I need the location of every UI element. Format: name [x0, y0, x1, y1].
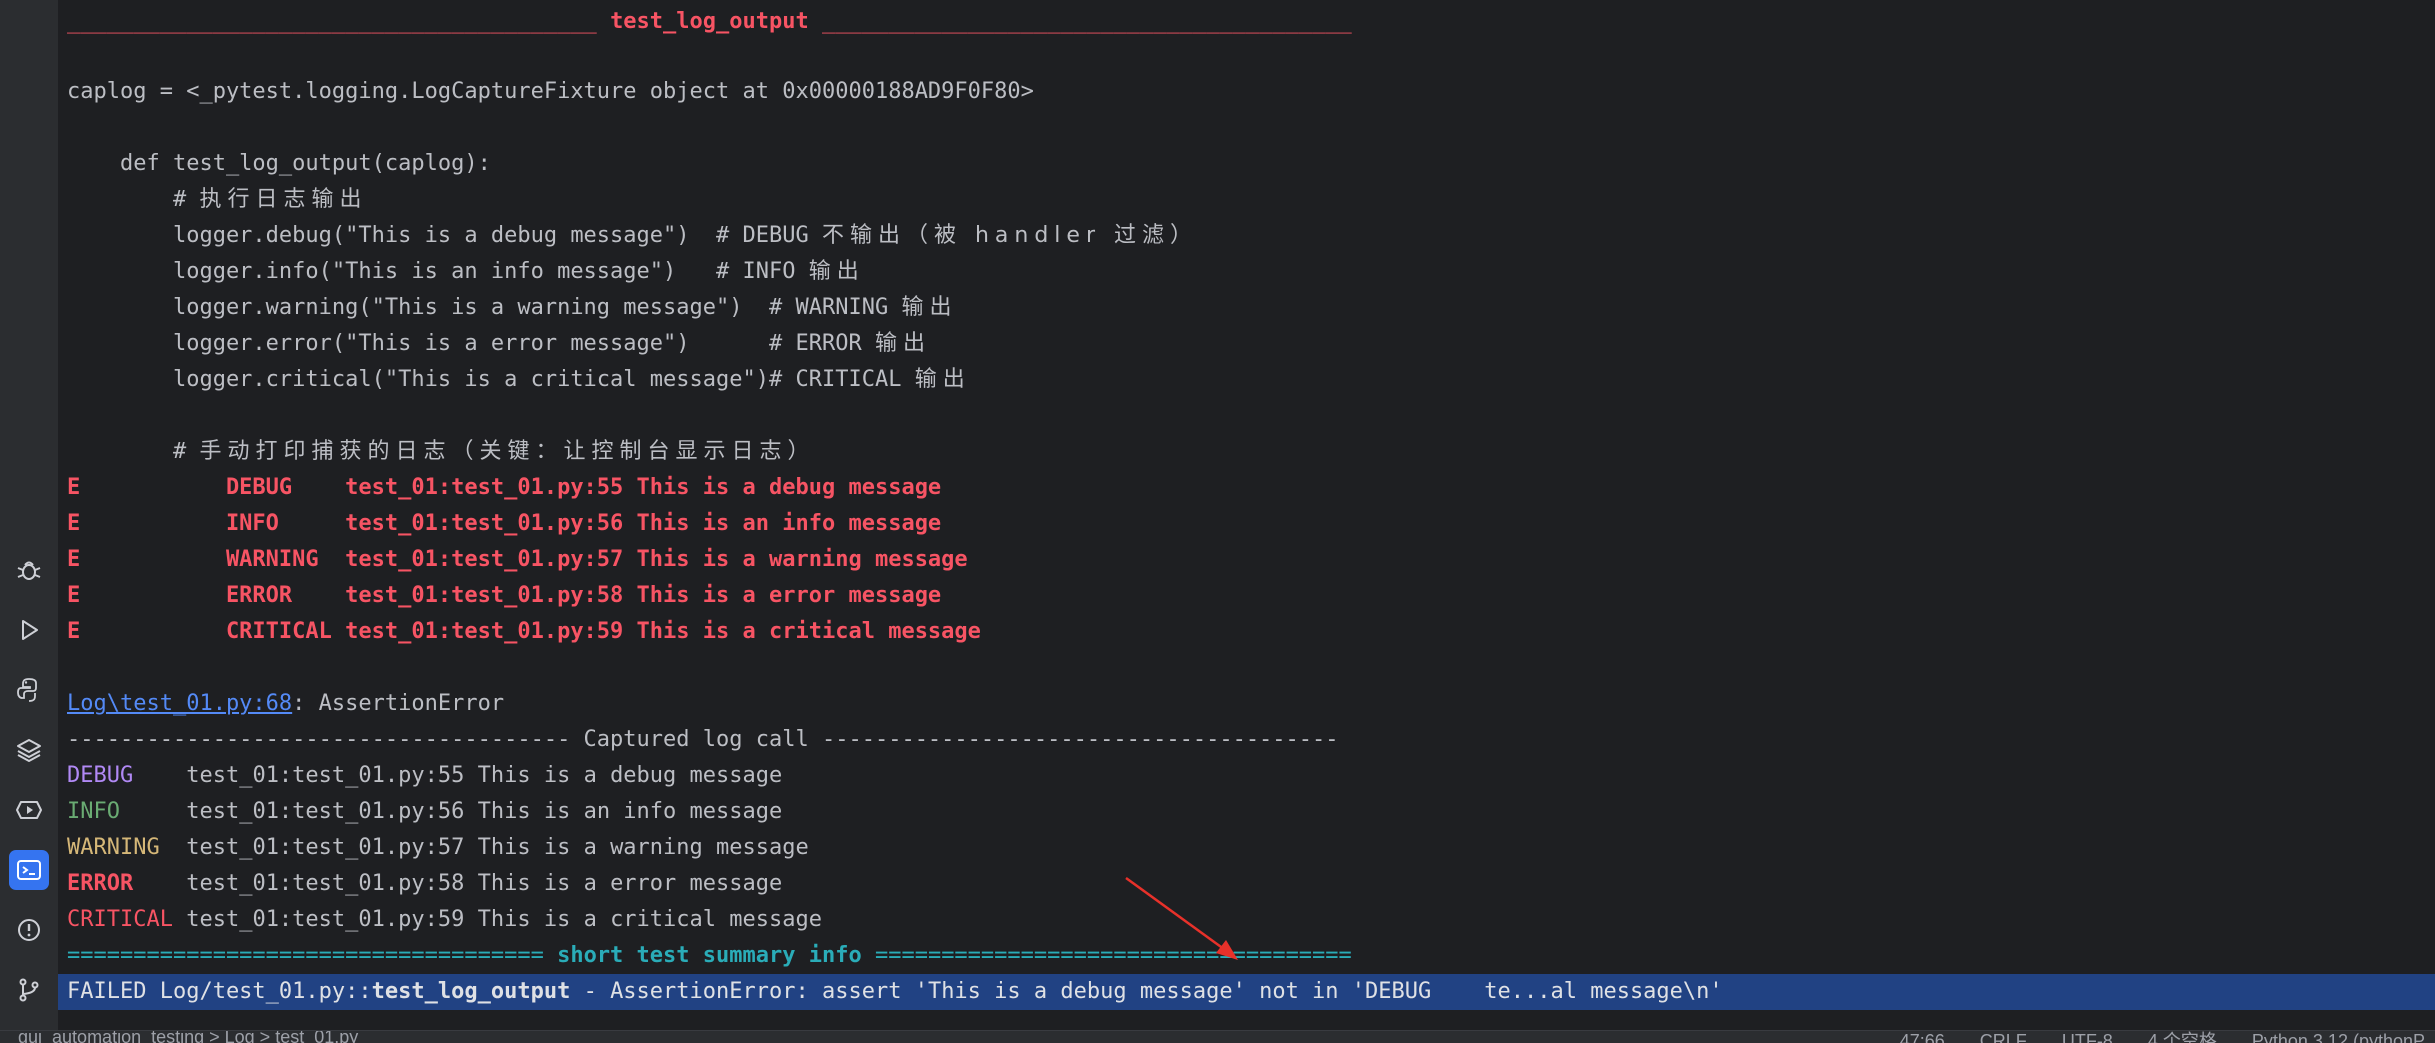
python-console-button[interactable] [9, 670, 49, 710]
def-line: def test_log_output(caplog): [67, 151, 491, 176]
summary-header: ==================================== sho… [67, 938, 2435, 974]
header-test-name: test_log_output [610, 9, 809, 34]
code-comment: 输出 [874, 331, 931, 356]
terminal-icon [17, 860, 41, 880]
comment-line: # 手动打印捕获的日志（关键：让控制台显示日志） [67, 434, 2435, 470]
summary-rule-left: ==================================== [67, 943, 558, 968]
log-level: WARNING [67, 835, 160, 860]
comment-line: # 执行日志输出 [67, 182, 2435, 218]
log-level: CRITICAL [67, 907, 173, 932]
log-message: test_01:test_01.py:55 This is a debug me… [186, 763, 783, 788]
log-message: test_01:test_01.py:58 This is a error me… [186, 871, 783, 896]
caplog-line: caplog = <_pytest.logging.LogCaptureFixt… [67, 79, 1034, 104]
code-text: logger.critical("This is a critical mess… [67, 367, 915, 392]
status-widgets: 47:66 CRLF UTF-8 4 个空格 Python 3.12 (pyth… [1870, 1031, 2425, 1043]
comment-prefix: # [67, 187, 200, 212]
layers-icon [17, 739, 41, 762]
test-header: ________________________________________… [67, 4, 2435, 40]
code-text: logger.debug("This is a debug message") … [67, 223, 822, 248]
error-line: E INFO test_01:test_01.py:56 This is an … [67, 511, 942, 536]
comment-prefix: # [67, 439, 200, 464]
code-text: logger.error("This is a error message") … [67, 331, 875, 356]
breadcrumb[interactable]: gui_automation_testing > Log > test_01.p… [18, 1031, 358, 1043]
error-line: E CRITICAL test_01:test_01.py:59 This is… [67, 619, 981, 644]
run-icon [22, 620, 38, 640]
captured-log-line: INFO test_01:test_01.py:56 This is an in… [67, 794, 2435, 830]
log-pad [160, 835, 187, 860]
summary-title: short test summary info [557, 943, 862, 968]
log-level: INFO [67, 799, 120, 824]
bug-icon [17, 561, 41, 580]
log-pad [133, 763, 186, 788]
services-icon [16, 801, 42, 819]
debug-tool-button[interactable] [9, 550, 49, 590]
code-comment: 不输出（被 handler 过滤） [821, 223, 1198, 248]
error-line: E DEBUG test_01:test_01.py:55 This is a … [67, 475, 942, 500]
line-ending[interactable]: CRLF [1980, 1031, 2027, 1043]
log-message: test_01:test_01.py:56 This is an info me… [186, 799, 783, 824]
error-line: E WARNING test_01:test_01.py:57 This is … [67, 547, 968, 572]
failed-line[interactable]: FAILED Log/test_01.py::test_log_output -… [67, 974, 2435, 1010]
code-comment: 输出 [808, 259, 865, 284]
captured-log-line: DEBUG test_01:test_01.py:55 This is a de… [67, 758, 2435, 794]
comment-text: 手动打印捕获的日志（关键：让控制台显示日志） [199, 439, 816, 464]
terminal-tool-button[interactable] [9, 850, 49, 890]
code-line: logger.info("This is an info message") #… [67, 254, 2435, 290]
git-icon [19, 978, 39, 1002]
code-comment: 输出 [914, 367, 971, 392]
file-encoding[interactable]: UTF-8 [2062, 1031, 2113, 1043]
log-pad [133, 871, 186, 896]
tool-window-strip [0, 0, 59, 1030]
caret-position[interactable]: 47:66 [1900, 1031, 1945, 1043]
traceback-error: : AssertionError [292, 691, 505, 716]
code-line: logger.critical("This is a critical mess… [67, 362, 2435, 398]
failed-test-name: test_log_output [371, 979, 571, 1004]
code-text: logger.warning("This is a warning messag… [67, 295, 902, 320]
log-message: test_01:test_01.py:57 This is a warning … [186, 835, 809, 860]
git-tool-button[interactable] [9, 970, 49, 1010]
summary-rule-right: ==================================== [861, 943, 1352, 968]
code-text: logger.info("This is an info message") #… [67, 259, 809, 284]
traceback-line: Log\test_01.py:68: AssertionError [67, 686, 2435, 722]
log-level: DEBUG [67, 763, 134, 788]
log-pad [120, 799, 186, 824]
captured-log-line: ERROR test_01:test_01.py:58 This is a er… [67, 866, 2435, 902]
code-comment: 输出 [901, 295, 958, 320]
captured-log-header: -------------------------------------- C… [67, 727, 1339, 752]
problems-icon [18, 919, 40, 941]
interpreter[interactable]: Python 3.12 (pythonP [2252, 1031, 2425, 1043]
code-line: logger.warning("This is a warning messag… [67, 290, 2435, 326]
status-bar: gui_automation_testing > Log > test_01.p… [0, 1030, 2435, 1043]
failed-message: - AssertionError: assert 'This is a debu… [570, 979, 1723, 1004]
header-dashes-left: ________________________________________ [67, 9, 597, 34]
log-level: ERROR [67, 871, 134, 896]
indent-setting[interactable]: 4 个空格 [2148, 1031, 2217, 1043]
source-link[interactable]: Log\test_01.py:68 [67, 691, 292, 716]
captured-log-line: CRITICAL test_01:test_01.py:59 This is a… [67, 902, 2435, 938]
header-dashes-right: ________________________________________ [822, 9, 1352, 34]
captured-log-line: WARNING test_01:test_01.py:57 This is a … [67, 830, 2435, 866]
comment-text: 执行日志输出 [199, 187, 368, 212]
failed-prefix: FAILED Log/test_01.py:: [67, 979, 372, 1004]
code-line: logger.debug("This is a debug message") … [67, 218, 2435, 254]
run-console[interactable]: ________________________________________… [58, 0, 2435, 1030]
log-pad [173, 907, 186, 932]
services-tool-button[interactable] [9, 790, 49, 830]
python-icon [17, 678, 37, 702]
error-line: E ERROR test_01:test_01.py:58 This is a … [67, 583, 942, 608]
code-line: logger.error("This is a error message") … [67, 326, 2435, 362]
layers-tool-button[interactable] [9, 730, 49, 770]
run-tool-button[interactable] [9, 610, 49, 650]
problems-tool-button[interactable] [9, 910, 49, 950]
log-message: test_01:test_01.py:59 This is a critical… [186, 907, 822, 932]
